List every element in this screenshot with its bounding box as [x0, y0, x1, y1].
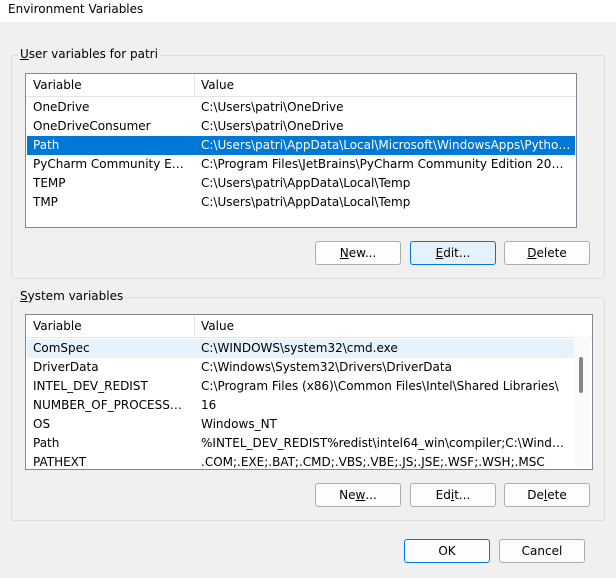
delete-label: ete — [547, 488, 567, 502]
variable-value: C:\Program Files\JetBrains\PyCharm Commu… — [201, 157, 571, 171]
cancel-label: Cancel — [521, 544, 563, 558]
system-row-comspec[interactable]: ComSpec C:\WINDOWS\system32\cmd.exe — [27, 339, 575, 358]
user-edit-button[interactable]: Edit... — [410, 241, 496, 265]
variable-name: PyCharm Community Edition — [33, 157, 191, 171]
system-row-driverdata[interactable]: DriverData C:\Windows\System32\Drivers\D… — [27, 358, 575, 377]
variable-value: C:\Users\patri\AppData\Local\Temp — [201, 195, 411, 209]
delete-label-pre: De — [527, 488, 544, 502]
variable-value: Windows_NT — [201, 417, 277, 431]
user-variables-label: User variables for patri — [18, 47, 160, 61]
user-variables-label-accesskey: U — [20, 47, 29, 61]
new-label-pre: Ne — [339, 488, 356, 502]
new-accesskey: w — [355, 488, 366, 502]
system-row-number-of-processors[interactable]: NUMBER_OF_PROCESSORS 16 — [27, 396, 575, 415]
ok-button[interactable]: OK — [404, 539, 490, 563]
column-separator[interactable] — [194, 74, 195, 96]
variable-value: C:\Users\patri\OneDrive — [201, 119, 344, 133]
user-row-onedrive[interactable]: OneDrive C:\Users\patri\OneDrive — [27, 98, 575, 117]
title-bar: Environment Variables — [0, 0, 616, 22]
variable-name: OneDrive — [33, 100, 90, 114]
system-row-os[interactable]: OS Windows_NT — [27, 415, 575, 434]
variable-name: OneDriveConsumer — [33, 119, 151, 133]
delete-label: elete — [536, 246, 567, 260]
delete-accesskey: D — [527, 246, 537, 260]
variable-value: %INTEL_DEV_REDIST%redist\intel64_win\com… — [201, 436, 571, 450]
variable-value: C:\Windows\System32\Drivers\DriverData — [201, 360, 452, 374]
user-list-header: Variable Value — [26, 74, 576, 97]
user-variables-label-text: ser variables for patri — [28, 47, 158, 61]
column-header-variable[interactable]: Variable — [33, 319, 82, 333]
new-label: ew... — [348, 246, 377, 260]
column-header-value[interactable]: Value — [201, 319, 234, 333]
column-separator[interactable] — [194, 315, 195, 337]
variable-name: INTEL_DEV_REDIST — [33, 379, 148, 393]
user-row-onedriveconsumer[interactable]: OneDriveConsumer C:\Users\patri\OneDrive — [27, 117, 575, 136]
system-delete-button[interactable]: De l ete — [504, 483, 590, 507]
system-variables-label-text: ystem variables — [27, 289, 124, 303]
user-row-temp[interactable]: TEMP C:\Users\patri\AppData\Local\Temp — [27, 174, 575, 193]
system-row-intel-dev-redist[interactable]: INTEL_DEV_REDIST C:\Program Files (x86)\… — [27, 377, 575, 396]
variable-value: .COM;.EXE;.BAT;.CMD;.VBS;.VBE;.JS;.JSE;.… — [201, 455, 545, 469]
system-new-button[interactable]: Ne w... — [315, 483, 401, 507]
variable-name: NUMBER_OF_PROCESSORS — [33, 398, 191, 412]
user-delete-button[interactable]: Delete — [504, 241, 590, 265]
edit-accesskey: E — [435, 246, 444, 260]
variable-name: Path — [33, 436, 60, 450]
system-variables-label: System variables — [18, 289, 126, 303]
column-header-variable[interactable]: Variable — [33, 78, 82, 92]
window-title: Environment Variables — [8, 2, 144, 16]
system-variables-list[interactable]: Variable Value ComSpec C:\WINDOWS\system… — [25, 314, 593, 470]
variable-value: C:\Program Files (x86)\Common Files\Inte… — [201, 379, 559, 393]
column-header-value[interactable]: Value — [201, 78, 234, 92]
system-row-path[interactable]: Path %INTEL_DEV_REDIST%redist\intel64_wi… — [27, 434, 575, 453]
user-row-pycharm[interactable]: PyCharm Community Edition C:\Program Fil… — [27, 155, 575, 174]
variable-value: C:\Users\patri\OneDrive — [201, 100, 344, 114]
variable-value: 16 — [201, 398, 217, 412]
system-variables-label-accesskey: S — [20, 289, 28, 303]
cancel-button[interactable]: Cancel — [499, 539, 585, 563]
edit-label: dit... — [443, 246, 471, 260]
system-list-header: Variable Value — [26, 315, 592, 338]
variable-name: Path — [33, 138, 60, 152]
edit-label-pre: Ed — [435, 488, 451, 502]
variable-value: C:\Users\patri\AppData\Local\Temp — [201, 176, 411, 190]
variable-name: DriverData — [33, 360, 99, 374]
user-row-tmp[interactable]: TMP C:\Users\patri\AppData\Local\Temp — [27, 193, 575, 212]
variable-name: TEMP — [33, 176, 66, 190]
user-new-button[interactable]: New... — [315, 241, 401, 265]
new-label: ... — [365, 488, 377, 502]
system-list-scrollbar[interactable] — [574, 337, 590, 467]
variable-name: OS — [33, 417, 51, 431]
variable-name: PATHEXT — [33, 455, 87, 469]
system-row-pathext[interactable]: PATHEXT .COM;.EXE;.BAT;.CMD;.VBS;.VBE;.J… — [27, 453, 575, 469]
edit-label: t... — [454, 488, 471, 502]
ok-label: OK — [438, 544, 456, 558]
scrollbar-thumb[interactable] — [579, 357, 583, 393]
variable-name: ComSpec — [33, 341, 90, 355]
new-accesskey: N — [339, 246, 349, 260]
variable-name: TMP — [33, 195, 58, 209]
variable-value: C:\WINDOWS\system32\cmd.exe — [201, 341, 398, 355]
user-row-path[interactable]: Path C:\Users\patri\AppData\Local\Micros… — [27, 136, 575, 155]
user-variables-list[interactable]: Variable Value OneDrive C:\Users\patri\O… — [25, 73, 577, 228]
system-edit-button[interactable]: Ed i t... — [410, 483, 496, 507]
variable-value: C:\Users\patri\AppData\Local\Microsoft\W… — [201, 138, 571, 152]
